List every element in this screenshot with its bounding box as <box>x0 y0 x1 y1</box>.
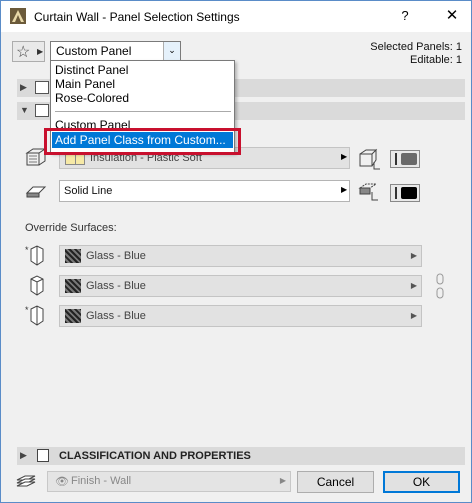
chevron-right-icon: ▶ <box>410 311 417 320</box>
override-surface-2-field[interactable]: Glass - Blue ▶ <box>59 275 422 297</box>
override-cut-icon[interactable] <box>358 148 382 176</box>
dropdown-divider <box>55 111 231 112</box>
close-button[interactable]: ✕ <box>440 5 464 27</box>
line-type-icon <box>25 181 47 207</box>
dropdown-item-main-panel[interactable]: Main Panel <box>55 77 115 91</box>
layer-selector[interactable]: 👁 Finish - Wall ▶ <box>47 471 291 492</box>
override-outline-icon[interactable] <box>358 180 382 208</box>
override-surface-3-field[interactable]: Glass - Blue ▶ <box>59 305 422 327</box>
collapse-triangle-icon: ▼ <box>20 105 29 115</box>
panel-section-icon <box>35 104 49 117</box>
selected-panels-count: Selected Panels: 1 <box>370 41 462 53</box>
help-button[interactable]: ? <box>393 5 417 27</box>
ok-button[interactable]: OK <box>383 471 460 493</box>
chevron-right-icon: ▶ <box>410 251 417 260</box>
chevron-right-icon: ▶ <box>410 281 417 290</box>
svg-text:*: * <box>25 305 29 315</box>
line-type-value: Solid Line <box>64 185 113 197</box>
title-bar: Curtain Wall - Panel Selection Settings … <box>1 1 471 32</box>
favorites-button[interactable]: ☆ ▶ <box>12 41 45 62</box>
override-surface-1-field[interactable]: Glass - Blue ▶ <box>59 245 422 267</box>
preview-section-icon <box>35 81 49 94</box>
expand-triangle-icon: ▶ <box>20 82 27 92</box>
override-surface-3-value: Glass - Blue <box>86 310 146 322</box>
cut-fill-icon <box>25 148 47 174</box>
document-icon <box>37 449 49 462</box>
chevron-right-icon: ▶ <box>37 47 44 56</box>
eye-icon: 👁 <box>55 476 69 488</box>
selection-info: Selected Panels: 1 Editable: 1 <box>370 41 462 67</box>
override-surface-1-value: Glass - Blue <box>86 250 146 262</box>
expand-triangle-icon: ▶ <box>20 450 27 460</box>
dropdown-item-rose-colored[interactable]: Rose-Colored <box>55 91 129 105</box>
override-surface-2-value: Glass - Blue <box>86 280 146 292</box>
chevron-right-icon: ▶ <box>279 476 286 485</box>
dropdown-item-distinct-panel[interactable]: Distinct Panel <box>55 63 128 77</box>
star-icon: ☆ <box>16 44 31 61</box>
panel-class-combo[interactable]: Custom Panel ⌄ <box>50 41 181 61</box>
editable-count: Editable: 1 <box>410 54 462 66</box>
override-surfaces-label: Override Surfaces: <box>25 222 117 234</box>
material-arrow-icon[interactable]: ▶ <box>341 152 347 161</box>
panel-class-value: Custom Panel <box>56 44 132 58</box>
panel-class-dropdown: Distinct Panel Main Panel Rose-Colored C… <box>50 60 235 153</box>
override-surface-3-icon[interactable]: * <box>25 305 47 333</box>
chevron-down-icon[interactable]: ⌄ <box>163 42 180 60</box>
archicad-app-icon <box>10 8 26 24</box>
material-pen-swatch[interactable] <box>390 150 420 168</box>
section-row-classification[interactable]: ▶ CLASSIFICATION AND PROPERTIES <box>17 447 465 465</box>
dropdown-item-custom-panel[interactable]: Custom Panel <box>55 118 130 132</box>
line-type-arrow-icon[interactable]: ▶ <box>341 185 347 194</box>
override-surface-2-icon[interactable] <box>25 275 47 303</box>
insulation-swatch-icon <box>65 151 85 165</box>
layer-value: Finish - Wall <box>71 475 132 487</box>
window-title: Curtain Wall - Panel Selection Settings <box>34 10 240 24</box>
chain-link-icon[interactable] <box>435 273 445 299</box>
dialog-window: Curtain Wall - Panel Selection Settings … <box>0 0 472 503</box>
layers-icon <box>16 475 36 487</box>
classification-section-label: CLASSIFICATION AND PROPERTIES <box>59 450 251 462</box>
cancel-button[interactable]: Cancel <box>297 471 374 493</box>
override-surface-1-icon[interactable]: * <box>25 245 47 273</box>
line-type-selector[interactable]: Solid Line <box>59 180 350 202</box>
line-pen-swatch[interactable] <box>390 184 420 202</box>
material-value: Insulation - Plastic Soft <box>90 152 202 164</box>
svg-text:*: * <box>25 245 29 255</box>
dropdown-item-add-panel-class[interactable]: Add Panel Class from Custom... <box>52 132 233 148</box>
